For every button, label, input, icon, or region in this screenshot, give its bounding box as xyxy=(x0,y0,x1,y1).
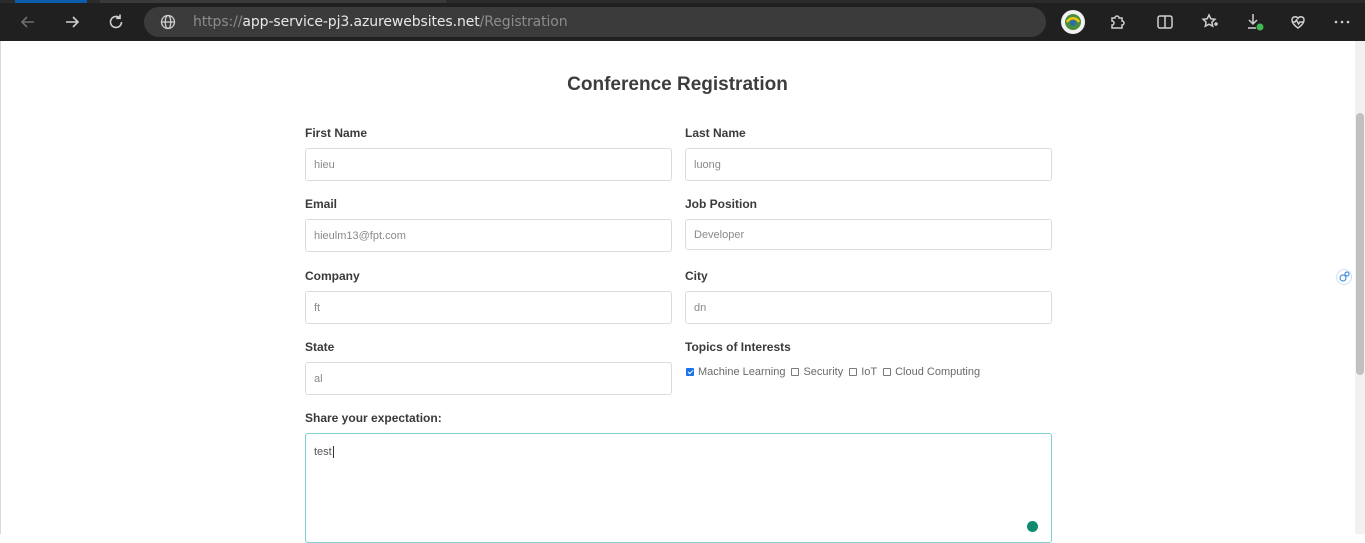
url-host: app-service-pj3.azurewebsites.net xyxy=(242,14,480,30)
topics-label: Topics of Interests xyxy=(685,340,791,354)
email-input[interactable]: hieulm13@fpt.com xyxy=(305,219,672,252)
browser-toolbar: https://app-service-pj3.azurewebsites.ne… xyxy=(0,0,1365,41)
forward-button[interactable] xyxy=(58,8,86,36)
refresh-button[interactable] xyxy=(102,8,130,36)
topic-label: IoT xyxy=(861,366,878,378)
company-input[interactable]: ft xyxy=(305,291,672,324)
job-position-input[interactable]: Developer xyxy=(685,219,1052,250)
checkbox-icon[interactable] xyxy=(883,368,892,376)
puzzle-icon xyxy=(1111,15,1125,29)
last-name-label: Last Name xyxy=(685,126,746,140)
topic-cloud-computing[interactable]: Cloud Computing xyxy=(883,366,980,378)
active-tab-indicator[interactable] xyxy=(15,0,87,3)
extensions-button[interactable] xyxy=(1105,10,1129,34)
extension-logo-icon xyxy=(1065,14,1081,30)
company-label: Company xyxy=(305,269,360,283)
globe-icon xyxy=(160,14,176,30)
text-caret xyxy=(332,446,334,459)
address-bar[interactable]: https://app-service-pj3.azurewebsites.ne… xyxy=(144,7,1046,37)
star-icon xyxy=(1201,13,1218,28)
downloads-button[interactable] xyxy=(1243,10,1267,34)
email-label: Email xyxy=(305,197,338,211)
last-name-input[interactable]: luong xyxy=(685,148,1052,181)
heart-pulse-icon xyxy=(1291,16,1305,29)
expectation-textarea[interactable]: test xyxy=(305,433,1052,543)
more-horizontal-icon xyxy=(1334,20,1350,24)
tab-indicator[interactable] xyxy=(100,0,446,3)
city-input[interactable]: dn xyxy=(685,291,1052,324)
email-value: hieulm13@fpt.com xyxy=(314,229,406,242)
topics-checkbox-group: Machine Learning Security IoT Cloud Comp… xyxy=(686,365,986,379)
expectation-value: test xyxy=(314,446,332,458)
url-path: /Registration xyxy=(479,14,568,30)
grammar-check-icon[interactable] xyxy=(1027,521,1038,532)
url-prefix: https:// xyxy=(193,14,243,30)
url-text: https://app-service-pj3.azurewebsites.ne… xyxy=(193,14,568,30)
topic-label: Security xyxy=(803,366,844,378)
city-label: City xyxy=(685,269,708,283)
arrow-left-icon xyxy=(20,16,34,28)
topic-label: Cloud Computing xyxy=(895,366,981,378)
split-screen-icon xyxy=(1157,15,1173,29)
page-title: Conference Registration xyxy=(567,74,788,95)
extension-avatar[interactable] xyxy=(1061,10,1085,34)
first-name-value: hieu xyxy=(314,158,335,171)
arrow-right-icon xyxy=(66,16,80,28)
browser-essentials-button[interactable] xyxy=(1286,10,1310,34)
expectation-label: Share your expectation: xyxy=(305,411,442,425)
download-icon xyxy=(1248,14,1264,31)
checkbox-icon[interactable] xyxy=(849,368,858,376)
topic-security[interactable]: Security xyxy=(791,366,843,378)
checkbox-icon[interactable] xyxy=(791,368,800,376)
more-menu-button[interactable] xyxy=(1330,10,1354,34)
floating-assistant-icon[interactable] xyxy=(1336,269,1352,285)
city-value: dn xyxy=(694,301,707,314)
job-position-value: Developer xyxy=(694,228,745,241)
split-screen-button[interactable] xyxy=(1153,10,1177,34)
topic-iot[interactable]: IoT xyxy=(849,366,877,378)
checkbox-checked-icon[interactable] xyxy=(686,368,694,376)
topic-label: Machine Learning xyxy=(698,366,786,378)
state-value: al xyxy=(314,372,323,385)
job-position-label: Job Position xyxy=(685,197,757,211)
favorites-button[interactable] xyxy=(1198,10,1222,34)
first-name-input[interactable]: hieu xyxy=(305,148,672,181)
first-name-label: First Name xyxy=(305,126,368,140)
refresh-icon xyxy=(109,14,123,29)
state-label: State xyxy=(305,340,335,354)
back-button[interactable] xyxy=(14,8,42,36)
scrollbar-thumb[interactable] xyxy=(1356,113,1364,375)
company-value: ft xyxy=(314,301,321,314)
state-input[interactable]: al xyxy=(305,362,672,395)
topic-machine-learning[interactable]: Machine Learning xyxy=(686,366,785,378)
last-name-value: luong xyxy=(694,158,721,171)
assistant-icon xyxy=(1339,271,1350,282)
